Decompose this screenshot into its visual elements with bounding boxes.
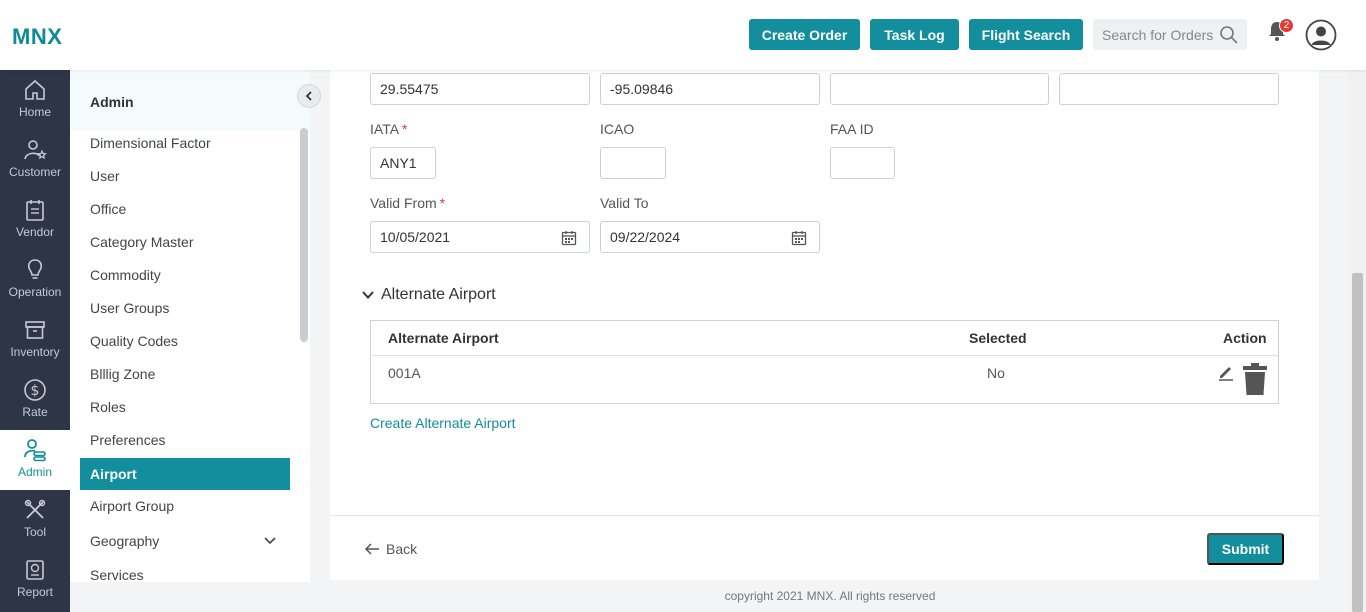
subnav-item-user[interactable]: User — [80, 160, 290, 192]
valid-from-field[interactable]: 10/05/2021 — [370, 221, 590, 253]
valid-to-value: 09/22/2024 — [610, 229, 681, 245]
cell-selected: No — [987, 365, 1005, 381]
subnav-scrollbar[interactable] — [300, 128, 308, 342]
rail-item-inventory[interactable]: Inventory — [0, 310, 70, 370]
rail-label: Tool — [23, 525, 46, 539]
subnav-item-label: Geography — [90, 533, 160, 549]
flight-search-button[interactable]: Flight Search — [969, 19, 1083, 50]
subnav-item-preferences[interactable]: Preferences — [80, 424, 290, 456]
create-alternate-airport-link[interactable]: Create Alternate Airport — [370, 415, 516, 431]
section-title: Alternate Airport — [381, 286, 496, 303]
search-icon[interactable] — [1219, 25, 1239, 45]
admin-icon — [24, 439, 46, 462]
chevron-left-icon — [305, 91, 312, 101]
notification-badge: 2 — [1279, 18, 1294, 33]
subnav-item-roles[interactable]: Roles — [80, 391, 290, 423]
calendar-icon[interactable] — [561, 230, 577, 246]
rail-label: Customer — [8, 165, 61, 179]
iata-field[interactable]: ANY1 — [370, 147, 436, 179]
dollar-icon: $ — [24, 379, 46, 401]
collapse-sidebar-button[interactable] — [297, 84, 321, 108]
subnav-item-geography[interactable]: Geography — [80, 525, 290, 557]
cell-alternate-airport: 001A — [388, 365, 421, 381]
icao-label: ICAO — [600, 121, 635, 137]
rail-item-operation[interactable]: Operation — [0, 250, 70, 310]
subnav-item-user-groups[interactable]: User Groups — [80, 292, 290, 324]
calendar-icon[interactable] — [791, 230, 807, 246]
alternate-airport-section-toggle[interactable]: Alternate Airport — [361, 286, 496, 304]
bulb-icon — [27, 259, 43, 279]
rail-item-home[interactable]: Home — [0, 70, 70, 130]
top-bar: MNX Create Order Task Log Flight Search … — [0, 0, 1366, 70]
chevron-down-icon[interactable] — [262, 533, 278, 549]
submit-button[interactable]: Submit — [1207, 533, 1284, 565]
valid-to-field[interactable]: 09/22/2024 — [600, 221, 820, 253]
subnav-item-quality-codes[interactable]: Quality Codes — [80, 325, 290, 357]
latitude-field[interactable]: 29.55475 — [370, 73, 590, 105]
arrow-left-icon — [364, 543, 379, 555]
rail-label: Vendor — [15, 225, 55, 239]
main-nav-rail: Home Customer Vendor Operation Inventory… — [0, 70, 70, 612]
rail-item-admin[interactable]: Admin — [0, 430, 70, 490]
field-3[interactable] — [830, 73, 1049, 105]
copyright-text: copyright 2021 MNX. All rights reserved — [724, 589, 936, 603]
search-input[interactable]: Search for Orders — [1093, 19, 1247, 50]
valid-from-value: 10/05/2021 — [380, 229, 451, 245]
rail-label: Home — [18, 105, 51, 119]
logo[interactable]: MNX — [12, 24, 62, 50]
alternate-airport-table: Alternate Airport Selected Action 001A N… — [370, 320, 1279, 404]
chevron-down-icon — [362, 291, 374, 299]
back-button[interactable]: Back — [364, 541, 417, 557]
search-placeholder: Search for Orders — [1102, 26, 1214, 43]
iata-label: IATA * — [370, 121, 408, 137]
longitude-field[interactable]: -95.09846 — [600, 73, 820, 105]
card-footer-divider — [330, 515, 1319, 516]
home-icon — [25, 79, 45, 100]
vendor-icon — [26, 200, 44, 221]
rail-label: Report — [16, 585, 54, 599]
inventory-icon — [25, 321, 45, 339]
svg-text:$: $ — [31, 383, 40, 399]
create-order-button[interactable]: Create Order — [749, 19, 860, 50]
subnav-item-commodity[interactable]: Commodity — [80, 259, 290, 291]
page-scrollbar-thumb[interactable] — [1352, 273, 1363, 612]
tool-icon — [24, 499, 46, 519]
valid-to-label: Valid To — [600, 195, 649, 211]
admin-subnav: Admin Dimensional Factor User Office Cat… — [70, 70, 310, 582]
subnav-header: Admin — [70, 70, 310, 130]
subnav-item-airport-group[interactable]: Airport Group — [80, 490, 290, 522]
column-header-action: Action — [1223, 330, 1267, 346]
subnav-item-services[interactable]: Services — [80, 559, 290, 582]
icao-field[interactable] — [600, 147, 666, 179]
rail-item-report[interactable]: Report — [0, 550, 70, 610]
rail-label: Rate — [22, 405, 48, 419]
delete-icon[interactable] — [1242, 362, 1268, 396]
subnav-item-office[interactable]: Office — [80, 193, 290, 225]
task-log-button[interactable]: Task Log — [870, 19, 959, 50]
customer-icon — [24, 140, 47, 160]
report-icon — [26, 560, 44, 580]
column-header-alternate-airport[interactable]: Alternate Airport — [388, 330, 499, 346]
edit-icon[interactable] — [1217, 363, 1235, 381]
rail-item-customer[interactable]: Customer — [0, 130, 70, 190]
rail-label: Inventory — [10, 345, 60, 359]
back-label: Back — [386, 541, 418, 557]
subnav-item-category-master[interactable]: Category Master — [80, 226, 290, 258]
rail-item-tool[interactable]: Tool — [0, 490, 70, 550]
rail-label: Operation — [8, 285, 62, 299]
rail-item-rate[interactable]: $ Rate — [0, 370, 70, 430]
table-divider — [371, 355, 1278, 356]
valid-from-label: Valid From * — [370, 195, 446, 211]
faa-id-label: FAA ID — [830, 121, 874, 137]
field-4[interactable] — [1059, 73, 1279, 105]
faa-id-field[interactable] — [830, 147, 895, 179]
subnav-item-billing-zone[interactable]: Blllig Zone — [80, 358, 290, 390]
subnav-title: Admin — [90, 94, 134, 110]
subnav-item-dimensional-factor[interactable]: Dimensional Factor — [80, 127, 290, 159]
column-header-selected[interactable]: Selected — [969, 330, 1027, 346]
rail-item-vendor[interactable]: Vendor — [0, 190, 70, 250]
rail-label: Admin — [17, 465, 52, 479]
subnav-item-airport[interactable]: Airport — [80, 458, 290, 490]
user-avatar-icon[interactable] — [1305, 19, 1337, 51]
